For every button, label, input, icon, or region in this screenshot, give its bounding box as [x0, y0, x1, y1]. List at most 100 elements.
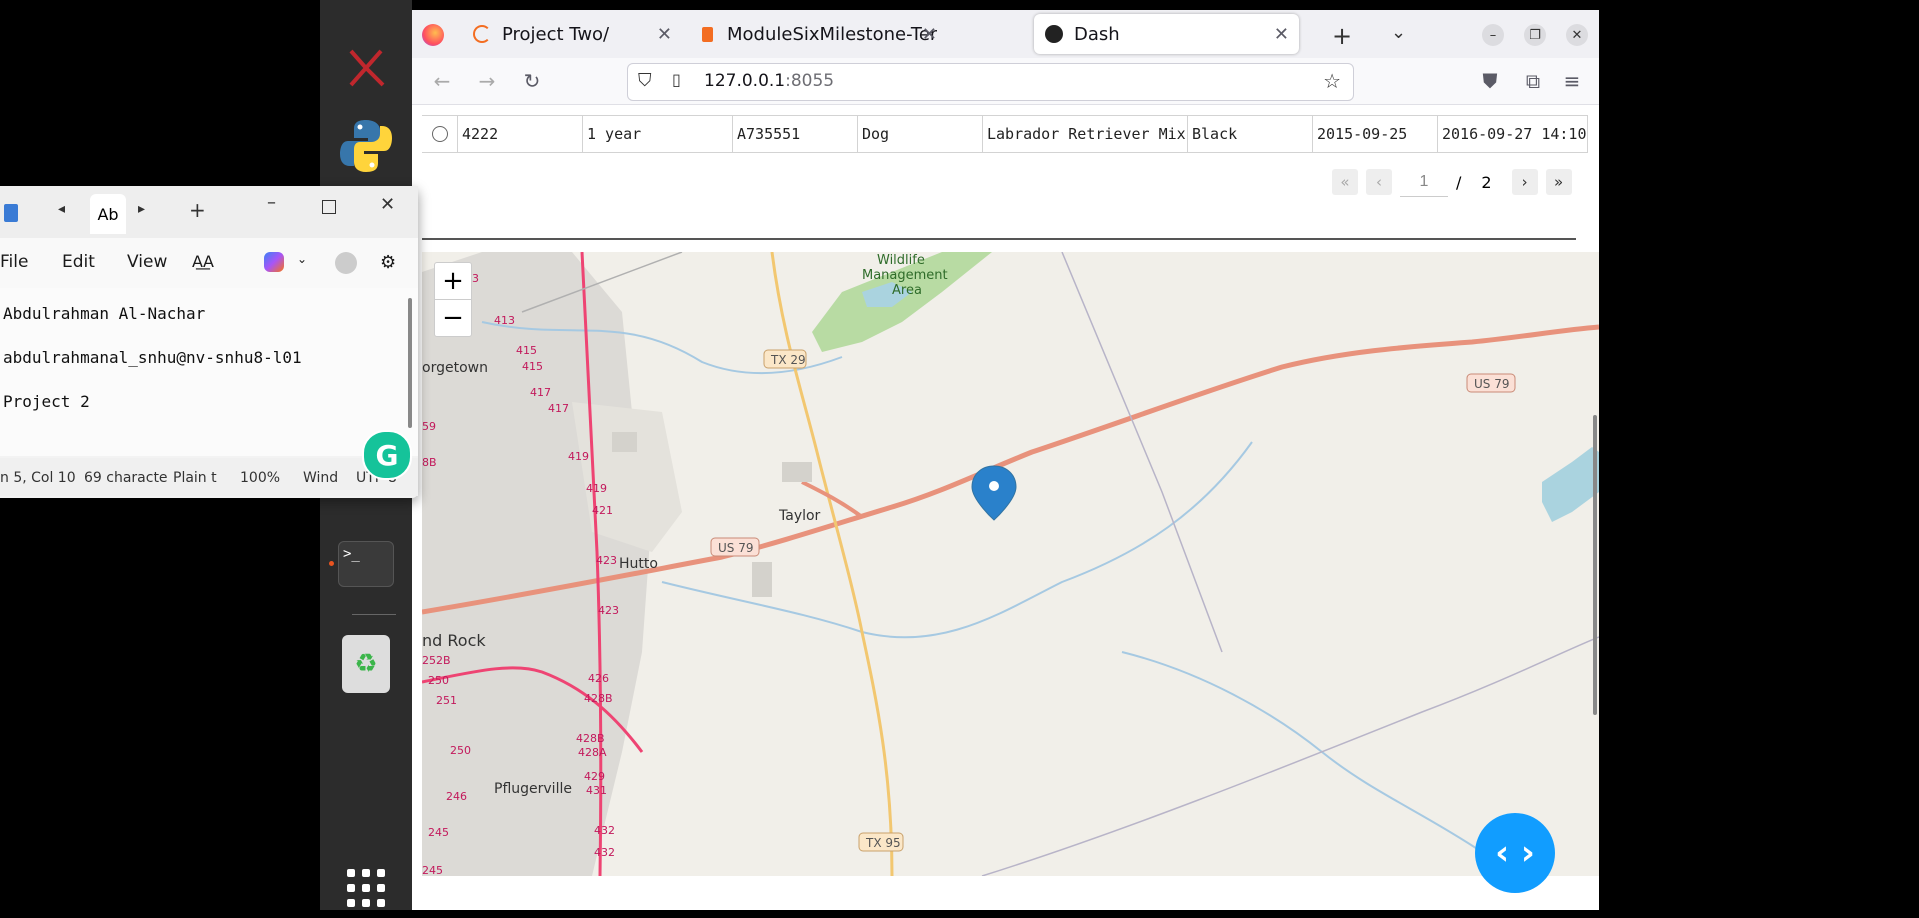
- exit-number: 423: [596, 554, 617, 567]
- list-tabs-button[interactable]: ⌄: [1391, 22, 1406, 43]
- table-cell: Labrador Retriever Mix: [983, 116, 1188, 152]
- grammarly-button[interactable]: G: [362, 430, 412, 480]
- zoom-out-button[interactable]: −: [434, 299, 472, 337]
- status-eol[interactable]: Wind: [303, 470, 338, 486]
- tab-module-six[interactable]: ModuleSixMilestone-Tem ✕: [687, 14, 947, 54]
- editor-line: Project 2: [3, 392, 90, 411]
- exit-number: 252B: [422, 654, 451, 667]
- terminal-glyph-icon: >_: [338, 541, 394, 587]
- minimize-icon[interactable]: –: [267, 192, 276, 213]
- bookmark-star-icon[interactable]: ☆: [1323, 69, 1341, 93]
- first-page-button[interactable]: «: [1332, 169, 1358, 195]
- last-page-button[interactable]: »: [1545, 169, 1572, 195]
- close-icon[interactable]: ✕: [380, 194, 395, 215]
- notepad-icon: [4, 204, 18, 222]
- menu-view[interactable]: View: [127, 252, 167, 272]
- exit-number: 413: [494, 314, 515, 327]
- table-cell: 2015-09-25: [1313, 116, 1438, 152]
- copilot-icon[interactable]: [264, 252, 284, 272]
- map-label: Area: [892, 283, 922, 298]
- tab-project-two[interactable]: Project Two/ ✕: [462, 14, 682, 54]
- menu-file[interactable]: File: [0, 252, 28, 272]
- forward-button[interactable]: →: [472, 66, 502, 96]
- new-tab-button[interactable]: +: [1332, 22, 1352, 50]
- running-indicator: [329, 561, 334, 566]
- exit-number: 417: [548, 402, 569, 415]
- prev-page-button[interactable]: ‹: [1366, 169, 1392, 195]
- exit-number: 415: [522, 360, 543, 373]
- minimize-button[interactable]: –: [1482, 24, 1504, 46]
- scrollbar[interactable]: [1593, 415, 1597, 715]
- pocket-icon[interactable]: ⛊: [1475, 66, 1505, 96]
- close-window-button[interactable]: ✕: [1566, 24, 1588, 46]
- tab-scroll-left-icon[interactable]: ◂: [58, 201, 65, 217]
- status-chars: 69 characte: [84, 470, 168, 486]
- reload-button[interactable]: ↻: [517, 66, 547, 96]
- app-icon-ks[interactable]: [336, 38, 396, 98]
- tab-scroll-right-icon[interactable]: ▸: [138, 201, 145, 217]
- highway-shield: TX 29: [770, 353, 806, 367]
- status-position: n 5, Col 10: [0, 470, 76, 486]
- table-cell: Black: [1188, 116, 1313, 152]
- exit-number: 246: [446, 790, 467, 803]
- exit-number: 428B: [576, 732, 605, 745]
- dash-dev-tools-button[interactable]: ‹ ›: [1475, 813, 1555, 893]
- trash-icon[interactable]: ♻: [336, 634, 396, 694]
- exit-number: 419: [586, 482, 607, 495]
- exit-number: 3: [472, 272, 479, 285]
- url-host: 127.0.0.1: [704, 71, 786, 91]
- maximize-icon[interactable]: [322, 200, 336, 214]
- recycle-icon: ♻: [342, 635, 390, 693]
- dash-page: 4222 1 year A735551 Dog Labrador Retriev…: [412, 105, 1599, 910]
- map-label: orgetown: [422, 360, 488, 376]
- firefox-view-icon[interactable]: [422, 24, 444, 46]
- map-label: Pflugerville: [494, 781, 572, 797]
- chevron-down-icon[interactable]: ⌄: [297, 252, 307, 266]
- exit-number: 8B: [422, 456, 437, 469]
- notepad-editor[interactable]: Abdulrahman Al-Nachar abdulrahmanal_snhu…: [0, 288, 418, 456]
- table-cell: 1 year: [583, 116, 733, 152]
- avatar[interactable]: [335, 252, 357, 274]
- table-row: 4222 1 year A735551 Dog Labrador Retriev…: [422, 115, 1588, 153]
- exit-number: 423: [598, 604, 619, 617]
- editor-scrollbar[interactable]: [408, 298, 412, 428]
- tab-label: Dash: [1074, 23, 1120, 45]
- font-icon[interactable]: A͟A: [192, 252, 214, 271]
- table-cell: A735551: [733, 116, 858, 152]
- zoom-in-button[interactable]: +: [434, 262, 472, 300]
- dash-favicon-icon: [1044, 24, 1064, 44]
- extensions-icon[interactable]: ⧉: [1518, 66, 1548, 96]
- page-separator: /: [1456, 172, 1462, 192]
- show-apps-button[interactable]: [336, 858, 396, 918]
- back-button[interactable]: ←: [427, 66, 457, 96]
- table-cell: 2016-09-27 14:10: [1438, 116, 1588, 152]
- notepad-statusbar: n 5, Col 10 69 characte Plain t 100% Win…: [0, 458, 418, 496]
- status-zoom[interactable]: 100%: [240, 470, 280, 486]
- row-radio[interactable]: [422, 116, 458, 152]
- restore-button[interactable]: ❐: [1524, 24, 1546, 46]
- tab-dash[interactable]: Dash ✕: [1034, 14, 1299, 54]
- notepad-menubar: File Edit View A͟A ⌄ ⚙: [0, 238, 418, 288]
- next-page-button[interactable]: ›: [1511, 169, 1538, 195]
- url-port: :8055: [785, 71, 835, 91]
- shield-icon[interactable]: ⛉: [638, 70, 652, 91]
- menu-icon[interactable]: ≡: [1557, 66, 1587, 96]
- close-tab-icon[interactable]: ✕: [1274, 24, 1289, 45]
- new-tab-icon[interactable]: +: [189, 198, 206, 222]
- map-label: Taylor: [778, 508, 821, 524]
- close-tab-icon[interactable]: ✕: [657, 24, 672, 45]
- python-icon[interactable]: [336, 116, 396, 176]
- exit-number: 432: [594, 824, 615, 837]
- url-bar[interactable]: ⛉ ▯ 127.0.0.1:8055 ☆: [627, 63, 1354, 101]
- menu-edit[interactable]: Edit: [62, 252, 95, 272]
- terminal-icon[interactable]: >_: [336, 534, 396, 594]
- exit-number: 250: [450, 744, 471, 757]
- page-icon: ▯: [672, 70, 681, 89]
- settings-gear-icon[interactable]: ⚙: [380, 252, 396, 273]
- close-tab-icon[interactable]: ✕: [922, 24, 937, 45]
- total-pages: 2: [1481, 172, 1492, 192]
- notepad-tab[interactable]: Ab: [90, 194, 126, 234]
- current-page-input[interactable]: [1400, 167, 1448, 197]
- map[interactable]: Wildlife Management Area orgetown Taylor…: [422, 252, 1599, 876]
- exit-number: 426: [588, 672, 609, 685]
